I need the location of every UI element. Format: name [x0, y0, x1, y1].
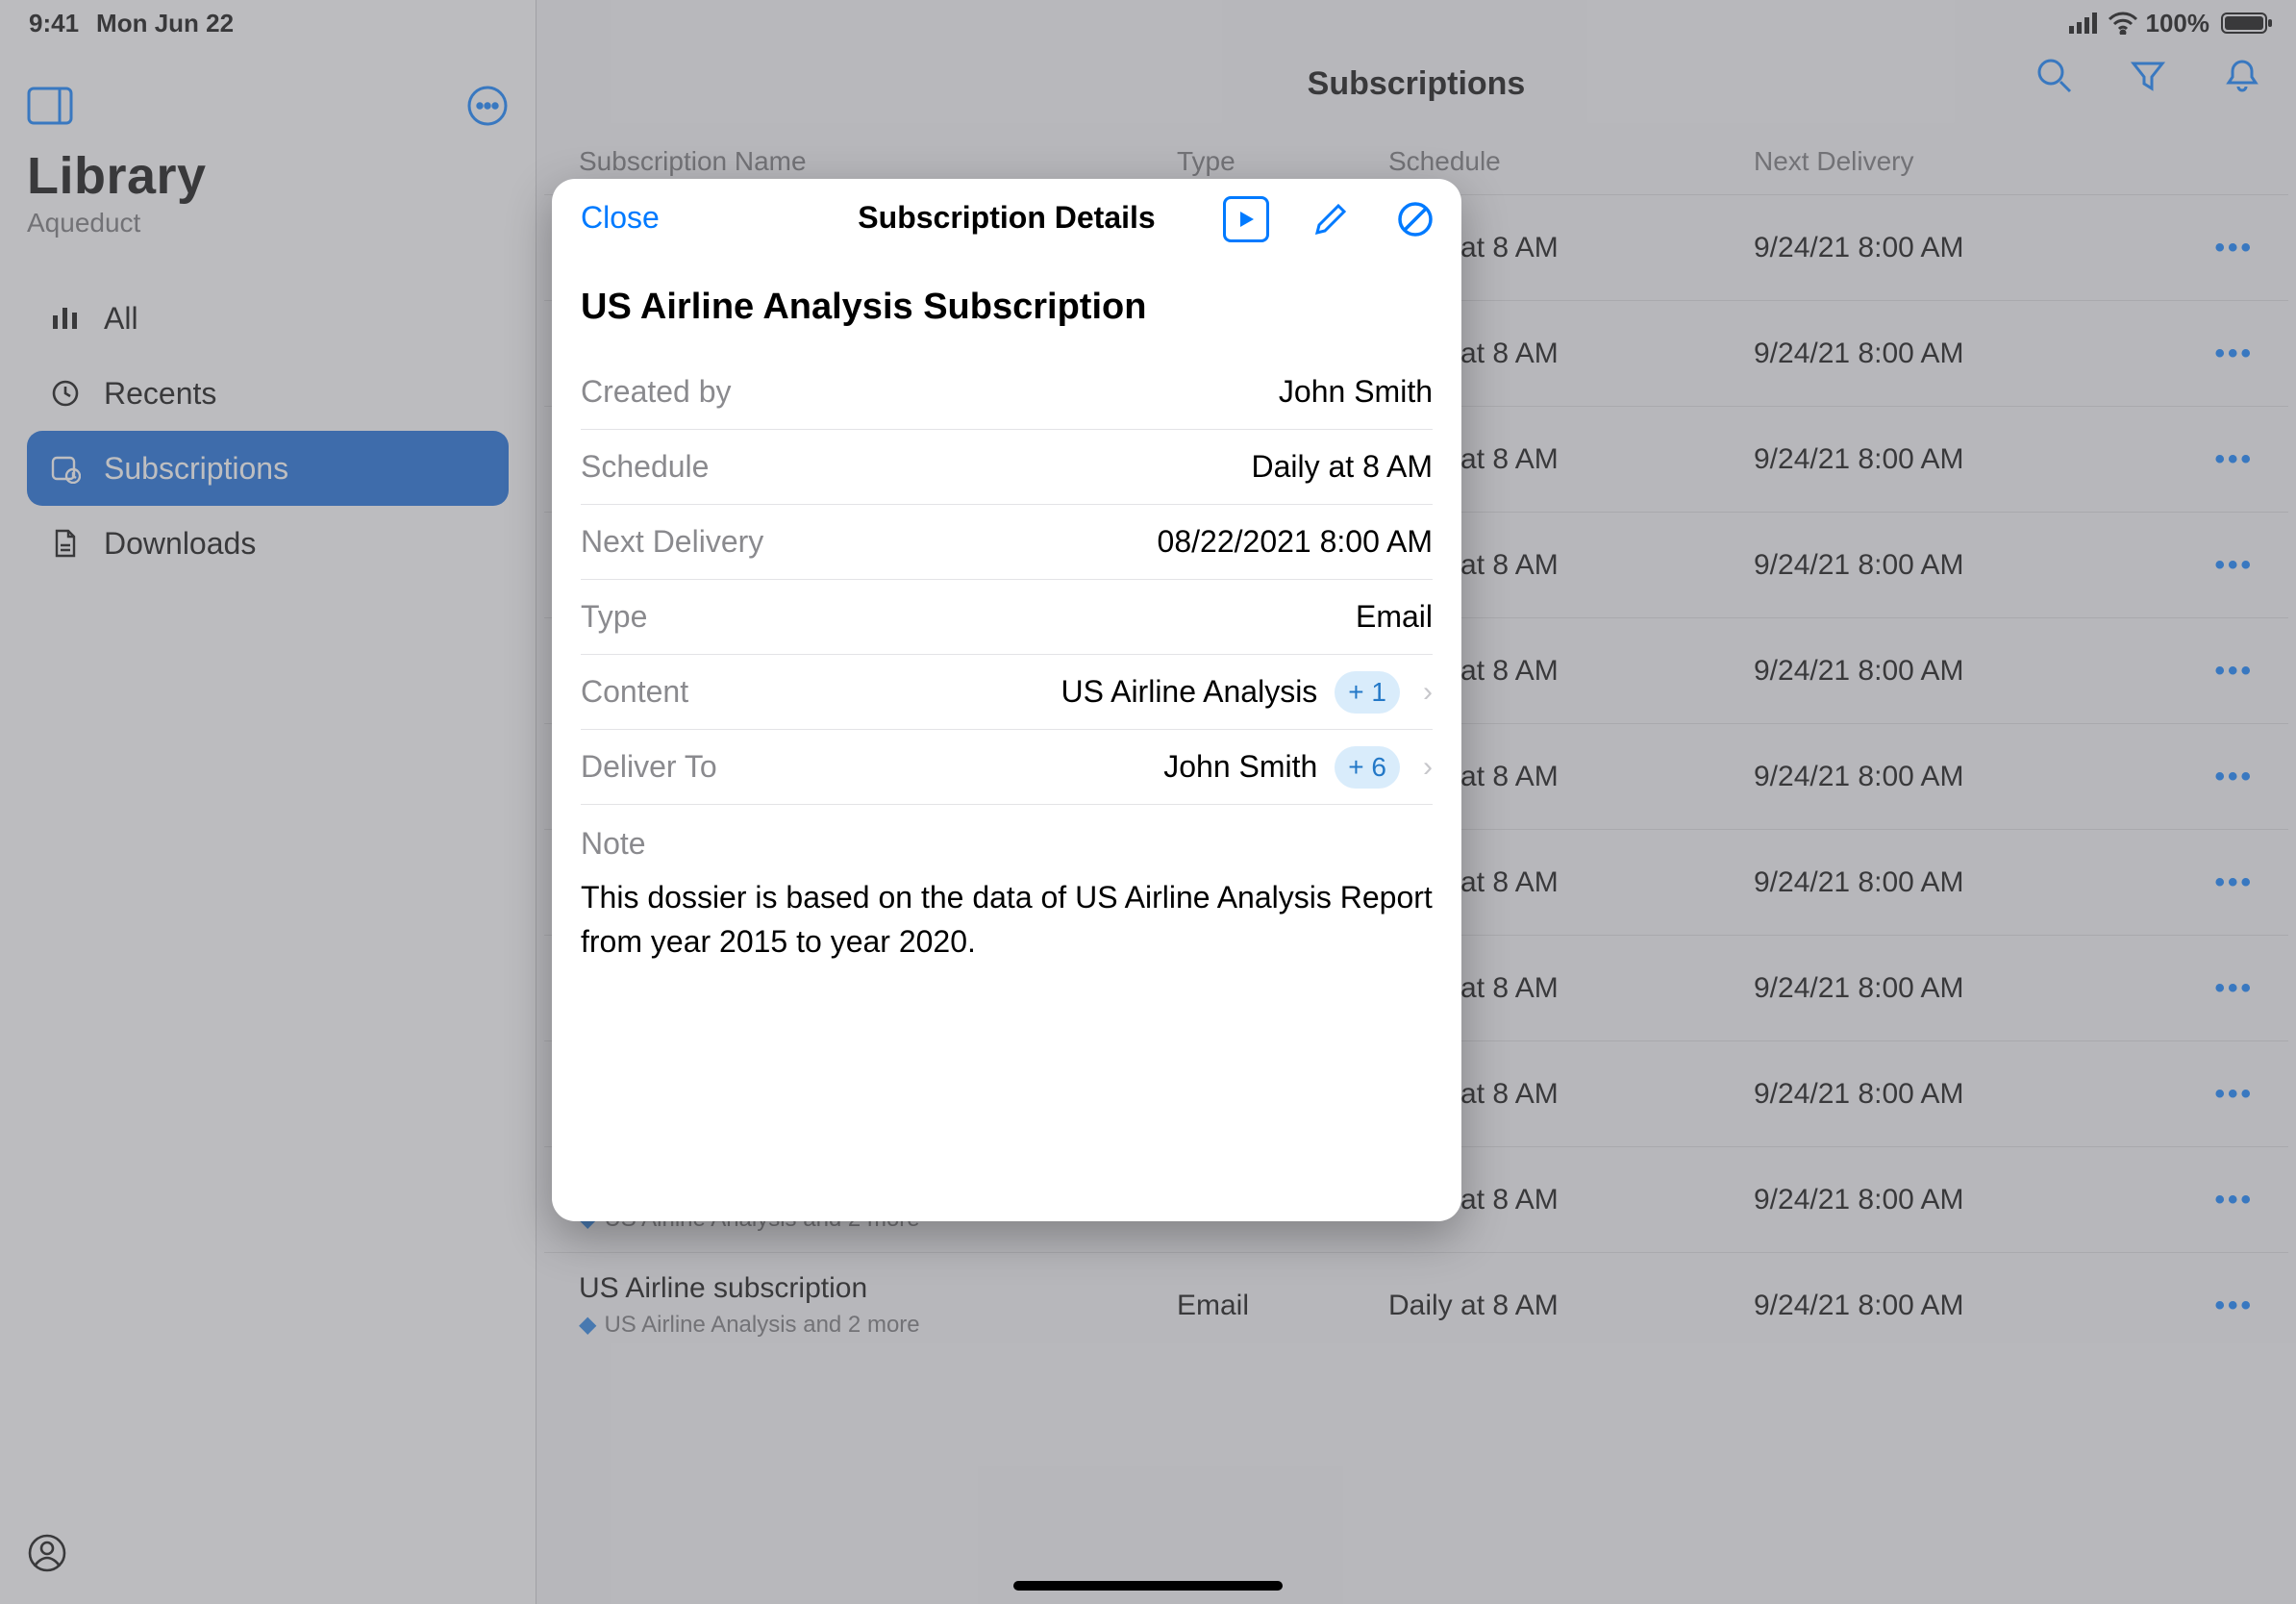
- home-indicator[interactable]: [1013, 1581, 1283, 1591]
- note-label: Note: [581, 826, 1433, 862]
- field-label: Content: [581, 674, 688, 710]
- field-schedule: Schedule Daily at 8 AM: [581, 430, 1433, 505]
- field-created-by: Created by John Smith: [581, 355, 1433, 430]
- field-value: Daily at 8 AM: [1251, 449, 1433, 485]
- field-type: Type Email: [581, 580, 1433, 655]
- subscription-name: US Airline Analysis Subscription: [581, 287, 1433, 328]
- subscription-details-modal: Close Subscription Details US Airline An…: [552, 179, 1461, 1221]
- disable-icon[interactable]: [1392, 196, 1438, 242]
- extra-count-badge: + 6: [1335, 746, 1400, 789]
- field-label: Schedule: [581, 449, 709, 485]
- field-value: US Airline Analysis: [1061, 674, 1318, 710]
- field-value: John Smith: [1163, 749, 1317, 785]
- field-label: Type: [581, 599, 647, 635]
- edit-icon[interactable]: [1308, 196, 1354, 242]
- field-deliver-to[interactable]: Deliver To John Smith + 6 ›: [581, 730, 1433, 805]
- field-value: John Smith: [1279, 374, 1433, 410]
- field-label: Next Delivery: [581, 524, 763, 560]
- field-next-delivery: Next Delivery 08/22/2021 8:00 AM: [581, 505, 1433, 580]
- note-text: This dossier is based on the data of US …: [581, 875, 1433, 965]
- field-value: Email: [1356, 599, 1433, 635]
- field-label: Deliver To: [581, 749, 717, 785]
- extra-count-badge: + 1: [1335, 671, 1400, 714]
- field-label: Created by: [581, 374, 732, 410]
- chevron-right-icon: ›: [1423, 676, 1433, 709]
- run-now-icon[interactable]: [1223, 196, 1269, 242]
- field-content[interactable]: Content US Airline Analysis + 1 ›: [581, 655, 1433, 730]
- field-value: 08/22/2021 8:00 AM: [1158, 524, 1433, 560]
- chevron-right-icon: ›: [1423, 751, 1433, 784]
